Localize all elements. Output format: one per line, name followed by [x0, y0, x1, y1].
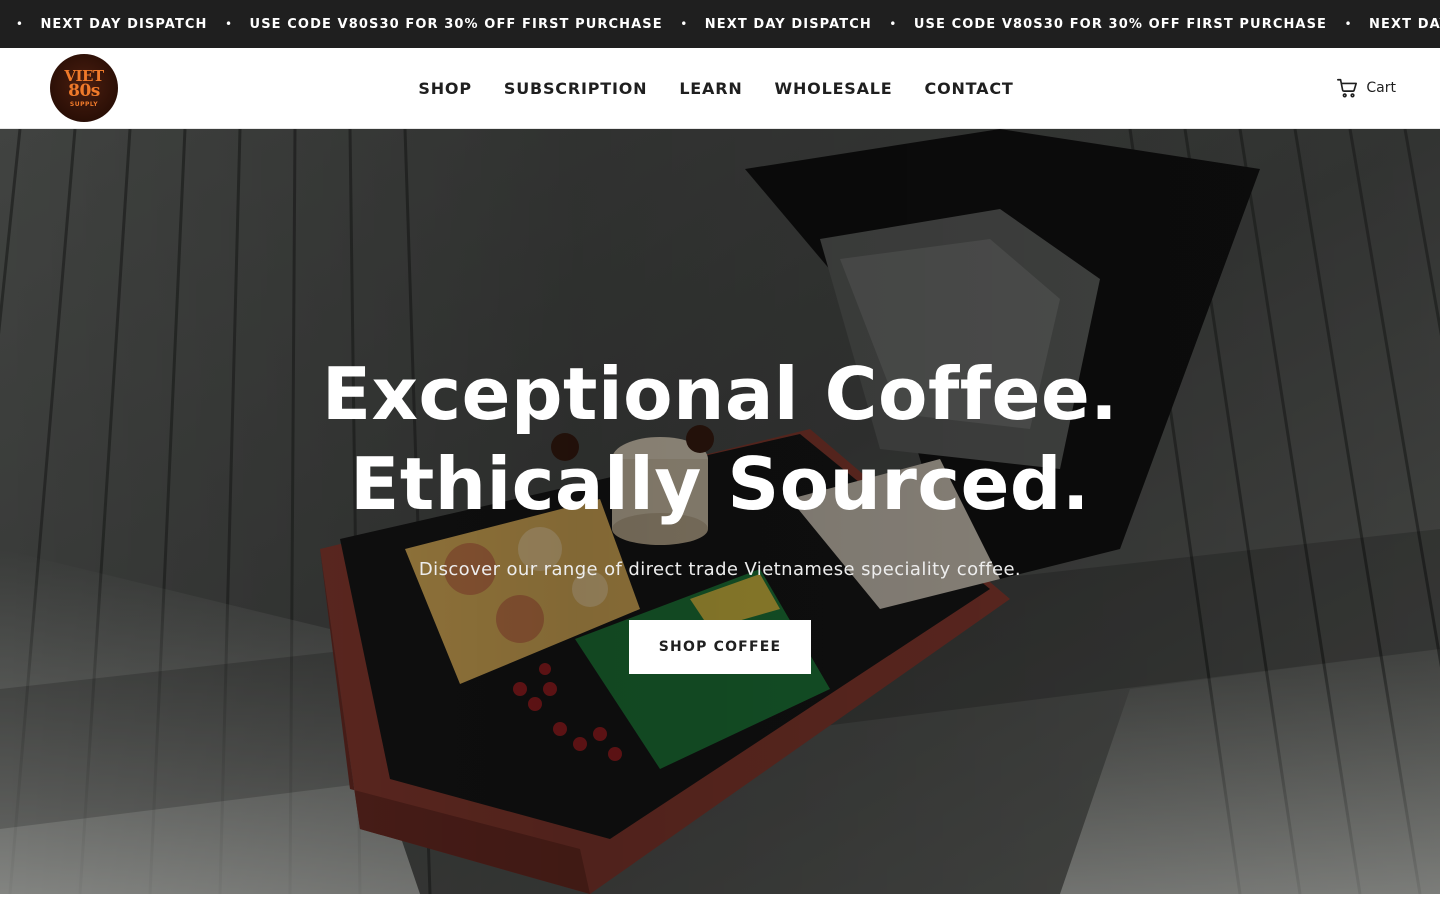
announcement-track: SE • NEXT DAY DISPATCH • USE CODE V80S30… — [0, 0, 1440, 48]
hero-section: Exceptional Coffee. Ethically Sourced. D… — [0, 129, 1440, 894]
nav-contact[interactable]: CONTACT — [925, 79, 1014, 98]
main-nav: SHOP SUBSCRIPTION LEARN WHOLESALE CONTAC… — [0, 48, 1440, 128]
nav-learn[interactable]: LEARN — [679, 79, 742, 98]
cart-icon — [1337, 78, 1358, 98]
announcement-separator: • — [225, 17, 233, 31]
announcement-item: NEXT DAY DISPATCH — [40, 16, 208, 32]
nav-subscription[interactable]: SUBSCRIPTION — [504, 79, 647, 98]
announcement-separator: • — [680, 17, 688, 31]
cart-label: Cart — [1366, 80, 1396, 96]
nav-shop[interactable]: SHOP — [418, 79, 471, 98]
site-header: VIET 80s SUPPLY SHOP SUBSCRIPTION LEARN … — [0, 48, 1440, 129]
nav-wholesale[interactable]: WHOLESALE — [775, 79, 893, 98]
hero-subtitle: Discover our range of direct trade Vietn… — [418, 559, 1022, 580]
page-bottom-strip — [0, 894, 1440, 900]
cart-link[interactable]: Cart — [1336, 77, 1396, 99]
announcement-separator: • — [15, 17, 23, 31]
announcement-item: USE CODE V80S30 FOR 30% OFF FIRST PURCHA… — [249, 16, 663, 32]
announcement-separator: • — [889, 17, 897, 31]
announcement-bar: SE • NEXT DAY DISPATCH • USE CODE V80S30… — [0, 0, 1440, 48]
shop-coffee-button[interactable]: SHOP COFFEE — [629, 620, 811, 674]
announcement-separator: • — [1344, 17, 1352, 31]
announcement-item: NEXT DAY DISPATCH — [704, 16, 872, 32]
hero-title-line1: Exceptional Coffee. — [321, 352, 1119, 436]
announcement-item: USE CODE V80S30 FOR 30% OFF FIRST PURCHA… — [913, 16, 1328, 32]
hero-title-line2: Ethically Sourced. — [350, 442, 1090, 526]
hero-content: Exceptional Coffee. Ethically Sourced. D… — [0, 349, 1440, 674]
announcement-item: NEXT DAY DISPATCH — [1369, 16, 1440, 32]
hero-title: Exceptional Coffee. Ethically Sourced. — [0, 349, 1440, 529]
